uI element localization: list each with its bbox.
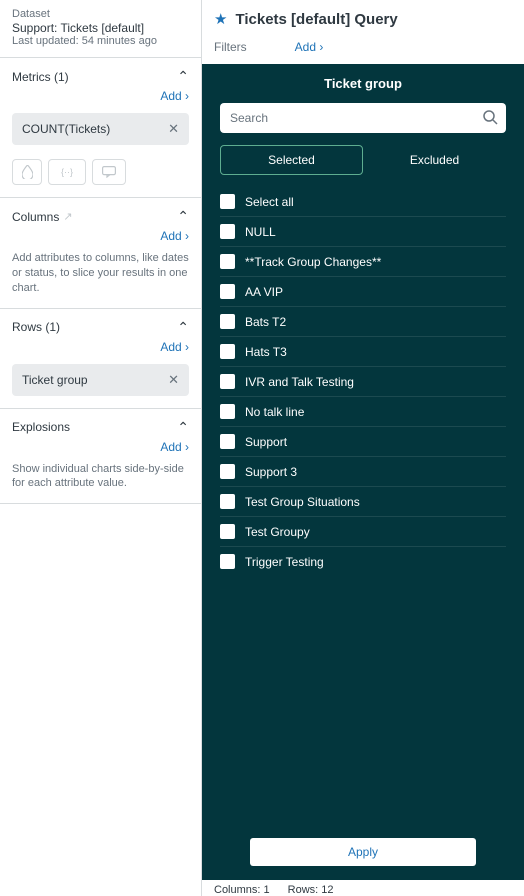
checkbox[interactable] — [220, 374, 235, 389]
dataset-updated: Last updated: 54 minutes ago — [12, 35, 189, 47]
chevron-up-icon[interactable]: ⌃ — [177, 68, 189, 85]
checkbox[interactable] — [220, 554, 235, 569]
metrics-add-link[interactable]: Add › — [12, 89, 189, 103]
metric-pill-label: COUNT(Tickets) — [22, 122, 110, 136]
option-label: **Track Group Changes** — [245, 255, 381, 269]
options-list: Select all NULL **Track Group Changes** AA … — [202, 187, 524, 576]
option-row[interactable]: Support 3 — [220, 456, 506, 486]
option-label: Trigger Testing — [245, 555, 324, 569]
option-row[interactable]: Bats T2 — [220, 306, 506, 336]
explosions-section: Explosions ⌃ Add › Show individual chart… — [0, 409, 201, 505]
checkbox[interactable] — [220, 524, 235, 539]
apply-button[interactable]: Apply — [250, 838, 476, 866]
columns-title: Columns ↗ — [12, 210, 73, 224]
checkbox[interactable] — [220, 464, 235, 479]
rows-section: Rows (1) ⌃ Add › Ticket group ✕ — [0, 309, 201, 409]
disabled-button-row: {··} — [12, 159, 189, 185]
checkbox[interactable] — [220, 404, 235, 419]
rows-add-link[interactable]: Add › — [12, 340, 189, 354]
footer-row: Columns: 1 Rows: 12 — [202, 880, 524, 896]
brackets-icon: {··} — [48, 159, 86, 185]
metrics-section: Metrics (1) ⌃ Add › COUNT(Tickets) ✕ {··… — [0, 58, 201, 198]
checkbox[interactable] — [220, 344, 235, 359]
option-label: Test Group Situations — [245, 495, 360, 509]
option-label: Test Groupy — [245, 525, 310, 539]
option-row[interactable]: Support — [220, 426, 506, 456]
option-row[interactable]: Select all — [220, 187, 506, 216]
config-sidebar: Dataset Support: Tickets [default] Last … — [0, 0, 202, 896]
water-drop-icon — [12, 159, 42, 185]
columns-section: Columns ↗ ⌃ Add › Add attributes to colu… — [0, 198, 201, 309]
option-row[interactable]: Test Group Situations — [220, 486, 506, 516]
dataset-label: Dataset — [12, 8, 189, 20]
footer-columns: Columns: 1 — [214, 884, 270, 896]
option-row[interactable]: NULL — [220, 216, 506, 246]
checkbox[interactable] — [220, 284, 235, 299]
option-row[interactable]: Trigger Testing — [220, 546, 506, 576]
tab-selected[interactable]: Selected — [220, 145, 363, 175]
tab-row: Selected Excluded — [220, 145, 506, 175]
option-label: Select all — [245, 195, 294, 209]
panel-title: Ticket group — [220, 76, 506, 91]
columns-help: Add attributes to columns, like dates or… — [12, 251, 189, 296]
row-pill-label: Ticket group — [22, 373, 88, 387]
explosions-help: Show individual charts side-by-side for … — [12, 462, 189, 492]
filter-panel: Ticket group Selected Excluded Select al… — [202, 64, 524, 880]
filters-label: Filters — [214, 40, 247, 54]
star-icon[interactable]: ★ — [214, 10, 227, 28]
option-label: Support — [245, 435, 287, 449]
query-title: Tickets [default] Query — [235, 11, 397, 28]
option-row[interactable]: AA VIP — [220, 276, 506, 306]
rows-title: Rows (1) — [12, 320, 60, 334]
option-label: Hats T3 — [245, 345, 287, 359]
tab-excluded[interactable]: Excluded — [363, 145, 506, 175]
option-row[interactable]: **Track Group Changes** — [220, 246, 506, 276]
option-label: Support 3 — [245, 465, 297, 479]
explosions-add-link[interactable]: Add › — [12, 440, 189, 454]
chevron-up-icon[interactable]: ⌃ — [177, 319, 189, 336]
checkbox[interactable] — [220, 314, 235, 329]
checkbox[interactable] — [220, 224, 235, 239]
option-row[interactable]: Test Groupy — [220, 516, 506, 546]
option-label: IVR and Talk Testing — [245, 375, 354, 389]
metric-pill[interactable]: COUNT(Tickets) ✕ — [12, 113, 189, 145]
search-icon — [482, 109, 498, 128]
close-icon[interactable]: ✕ — [168, 372, 179, 388]
row-pill[interactable]: Ticket group ✕ — [12, 364, 189, 396]
chat-icon — [92, 159, 126, 185]
search-input[interactable] — [220, 103, 506, 133]
option-row[interactable]: No talk line — [220, 396, 506, 426]
option-row[interactable]: Hats T3 — [220, 336, 506, 366]
dataset-block: Dataset Support: Tickets [default] Last … — [0, 0, 201, 58]
search-wrap — [220, 103, 506, 133]
checkbox[interactable] — [220, 254, 235, 269]
option-row[interactable]: IVR and Talk Testing — [220, 366, 506, 396]
chevron-up-icon[interactable]: ⌃ — [177, 208, 189, 225]
option-label: No talk line — [245, 405, 304, 419]
columns-add-link[interactable]: Add › — [12, 229, 189, 243]
metrics-title: Metrics (1) — [12, 70, 69, 84]
close-icon[interactable]: ✕ — [168, 121, 179, 137]
checkbox[interactable] — [220, 194, 235, 209]
option-label: NULL — [245, 225, 276, 239]
dataset-name: Support: Tickets [default] — [12, 21, 189, 35]
filters-row: Filters Add › — [202, 36, 524, 64]
option-label: AA VIP — [245, 285, 283, 299]
checkbox[interactable] — [220, 434, 235, 449]
query-title-row: ★ Tickets [default] Query — [202, 0, 524, 36]
link-icon: ↗ — [63, 210, 72, 223]
checkbox[interactable] — [220, 494, 235, 509]
main-area: ★ Tickets [default] Query Filters Add › … — [202, 0, 524, 896]
option-label: Bats T2 — [245, 315, 286, 329]
filters-add-link[interactable]: Add › — [295, 40, 324, 54]
explosions-title: Explosions — [12, 420, 70, 434]
chevron-up-icon[interactable]: ⌃ — [177, 419, 189, 436]
footer-rows: Rows: 12 — [288, 884, 334, 896]
